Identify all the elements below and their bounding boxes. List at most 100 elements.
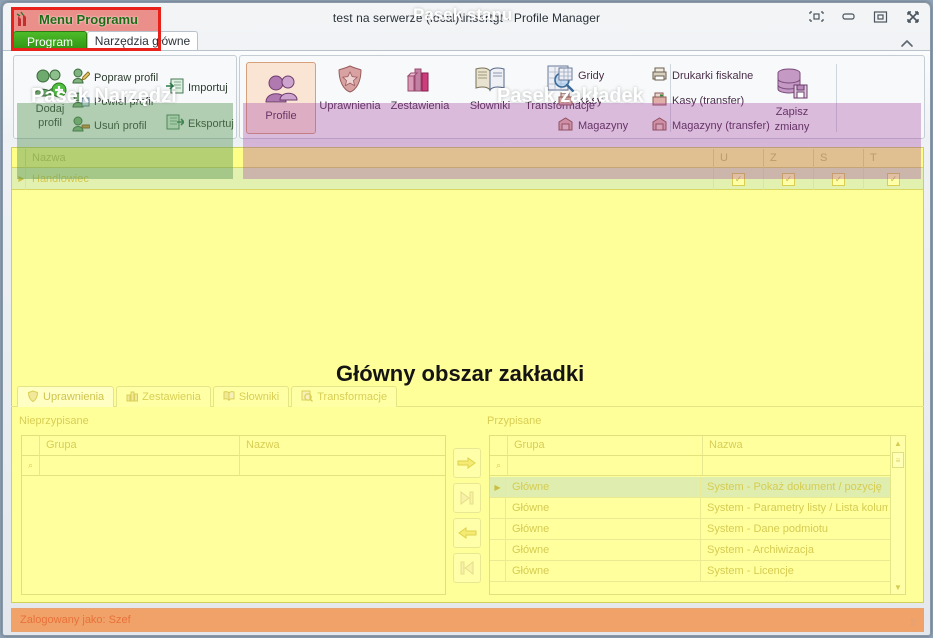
save-changes-button[interactable]: Zapisz zmiany — [758, 68, 826, 133]
list-item[interactable]: ▶ Główne System - Pokaż dokument / pozyc… — [490, 477, 905, 498]
move-all-left-button[interactable] — [453, 553, 481, 583]
column-header-u[interactable]: U — [714, 149, 764, 168]
right-panel-label: Przypisane — [487, 415, 542, 427]
row-indicator-icon: ▶ — [12, 168, 26, 190]
profiles-grid-row[interactable]: ▶ Handlowiec ✓ ✓ ✓ ✓ — [12, 168, 923, 190]
filter-grupa-left[interactable] — [40, 456, 240, 475]
window-title: test na serwerze (local)\insertgt - Prof… — [332, 11, 601, 25]
arrow-left-all-icon — [457, 561, 477, 575]
cell-s[interactable]: ✓ — [814, 168, 864, 190]
scroll-down-icon[interactable]: ▼ — [891, 580, 905, 594]
assigned-list: Grupa Nazwa ⌕ ▶ Główne System - Pokaż do… — [489, 435, 906, 595]
assigned-list-scrollbar[interactable]: ▲ ≡ ▼ — [890, 436, 905, 594]
move-right-button[interactable] — [453, 448, 481, 478]
ribbon-button-slowniki[interactable]: Słowniki — [456, 64, 524, 112]
cell-nazwa: System - Parametry listy / Lista kolumn — [707, 502, 888, 514]
row-indicator-icon — [490, 561, 506, 581]
checkbox-u[interactable]: ✓ — [732, 172, 745, 186]
move-all-right-button[interactable] — [453, 483, 481, 513]
fiscal-printer-icon — [652, 67, 667, 84]
list-item[interactable]: Główne System - Licencje — [490, 561, 905, 582]
detail-tab-transformacje-label: Transformacje — [317, 391, 388, 403]
profiles-icon — [264, 74, 298, 107]
ribbon-button-drukarki-fiskalne[interactable]: Drukarki fiskalne — [652, 67, 753, 84]
close-icon[interactable] — [903, 7, 922, 26]
checkbox-t[interactable]: ✓ — [887, 172, 900, 186]
row-indicator-icon — [490, 498, 506, 518]
delete-profile-label: Usuń profil — [94, 119, 147, 132]
move-left-button[interactable] — [453, 518, 481, 548]
export-button[interactable]: Eksportuj — [166, 114, 234, 133]
ribbon-button-drukarki-fiskalne-label: Drukarki fiskalne — [672, 69, 754, 82]
column-header-z[interactable]: Z — [764, 149, 814, 168]
ribbon-button-kasy-transfer[interactable]: Kasy (transfer) — [652, 92, 744, 109]
ribbon-button-gridy[interactable]: Gridy — [558, 67, 604, 84]
warehouse-transfer-icon — [652, 117, 667, 134]
ribbon-button-zestawienia[interactable]: Zestawienia — [386, 64, 454, 112]
delete-profile-button[interactable]: Usuń profil — [72, 116, 147, 135]
cell-grupa: Główne — [506, 519, 701, 539]
add-profile-label-1: Dodaj — [35, 103, 65, 115]
filter-nazwa-right[interactable] — [703, 456, 890, 475]
detail-tab-slowniki-label: Słowniki — [238, 391, 280, 403]
cell-grupa: Główne — [506, 540, 701, 560]
arrow-right-all-icon — [457, 491, 477, 505]
column-header-nazwa-left[interactable]: Nazwa — [240, 436, 445, 455]
cell-t[interactable]: ✓ — [864, 168, 923, 190]
list-item[interactable]: Główne System - Dane podmiotu — [490, 519, 905, 540]
detail-tab-zestawienia[interactable]: Zestawienia — [116, 386, 211, 407]
column-header-t[interactable]: T — [864, 149, 923, 168]
cell-nazwa: System - Licencje — [707, 565, 794, 577]
overlay-label-main-area: Główny obszar zakładki — [336, 361, 585, 386]
scroll-thumb[interactable]: ≡ — [892, 452, 904, 468]
filter-grupa-right[interactable] — [508, 456, 703, 475]
ribbon-button-kasy[interactable]: Kasy — [558, 92, 602, 109]
ribbon-button-gridy-label: Gridy — [578, 69, 605, 82]
column-header-nazwa[interactable]: Nazwa — [26, 149, 714, 168]
list-item[interactable]: Główne System - Archiwizacja — [490, 540, 905, 561]
profiles-grid: Nazwa U Z S T ▶ Handlowiec ✓ ✓ ✓ ✓ — [12, 149, 923, 191]
unassigned-list-filter-row[interactable]: ⌕ — [22, 456, 445, 476]
maximize-icon[interactable] — [871, 7, 890, 26]
cash-register-transfer-icon — [652, 92, 667, 109]
save-changes-label-2: zmiany — [774, 121, 810, 133]
filter-nazwa-left[interactable] — [240, 456, 445, 475]
cell-u[interactable]: ✓ — [714, 168, 764, 190]
detail-tabstrip: Uprawnienia Zestawienia Słowniki Transfo… — [17, 386, 399, 407]
import-label: Importuj — [188, 81, 228, 94]
list-item[interactable]: Główne System - Parametry listy / Lista … — [490, 498, 905, 519]
resize-grip-icon[interactable]: ⠿ — [910, 619, 920, 629]
add-profile-button[interactable]: Dodaj profil — [22, 68, 78, 129]
ribbon-button-magazyny[interactable]: Magazyny — [558, 117, 628, 134]
cell-z[interactable]: ✓ — [764, 168, 814, 190]
detail-tab-uprawnienia[interactable]: Uprawnienia — [17, 386, 115, 407]
shield-icon — [335, 64, 365, 97]
magnifier-grid-icon — [301, 390, 314, 405]
minimize-icon[interactable] — [839, 7, 858, 26]
scroll-up-icon[interactable]: ▲ — [891, 436, 905, 450]
ribbon-tab-narzedzia-glowne[interactable]: Narzędzia główne — [87, 31, 198, 51]
column-header-s[interactable]: S — [814, 149, 864, 168]
cell-nazwa: System - Archiwizacja — [707, 544, 814, 556]
ribbon-tab-program[interactable]: Program — [13, 31, 87, 51]
column-header-grupa-right[interactable]: Grupa — [508, 436, 703, 455]
assigned-list-filter-row[interactable]: ⌕ — [490, 456, 905, 476]
edit-profile-button[interactable]: Popraw profil — [72, 68, 158, 87]
overlay-label-menu: Menu Programu — [39, 12, 138, 27]
bar-chart-icon — [126, 390, 139, 405]
duplicate-profile-button[interactable]: Powiel profil — [72, 92, 153, 111]
checkbox-s[interactable]: ✓ — [832, 172, 845, 186]
filter-icon[interactable]: ⌕ — [22, 456, 40, 475]
cell-grupa: Główne — [506, 477, 701, 497]
filter-icon[interactable]: ⌕ — [490, 456, 508, 475]
import-button[interactable]: Importuj — [166, 78, 228, 97]
detail-tab-transformacje[interactable]: Transformacje — [291, 386, 398, 407]
ribbon-button-uprawnienia[interactable]: Uprawnienia — [316, 64, 384, 112]
checkbox-z[interactable]: ✓ — [782, 172, 795, 186]
ribbon-button-profile[interactable]: Profile — [246, 62, 316, 134]
ribbon-button-kasy-label: Kasy — [578, 94, 603, 107]
detail-tab-slowniki[interactable]: Słowniki — [212, 386, 290, 407]
column-header-grupa-left[interactable]: Grupa — [40, 436, 240, 455]
layout-icon[interactable] — [807, 7, 826, 26]
column-header-nazwa-right[interactable]: Nazwa — [703, 436, 890, 455]
